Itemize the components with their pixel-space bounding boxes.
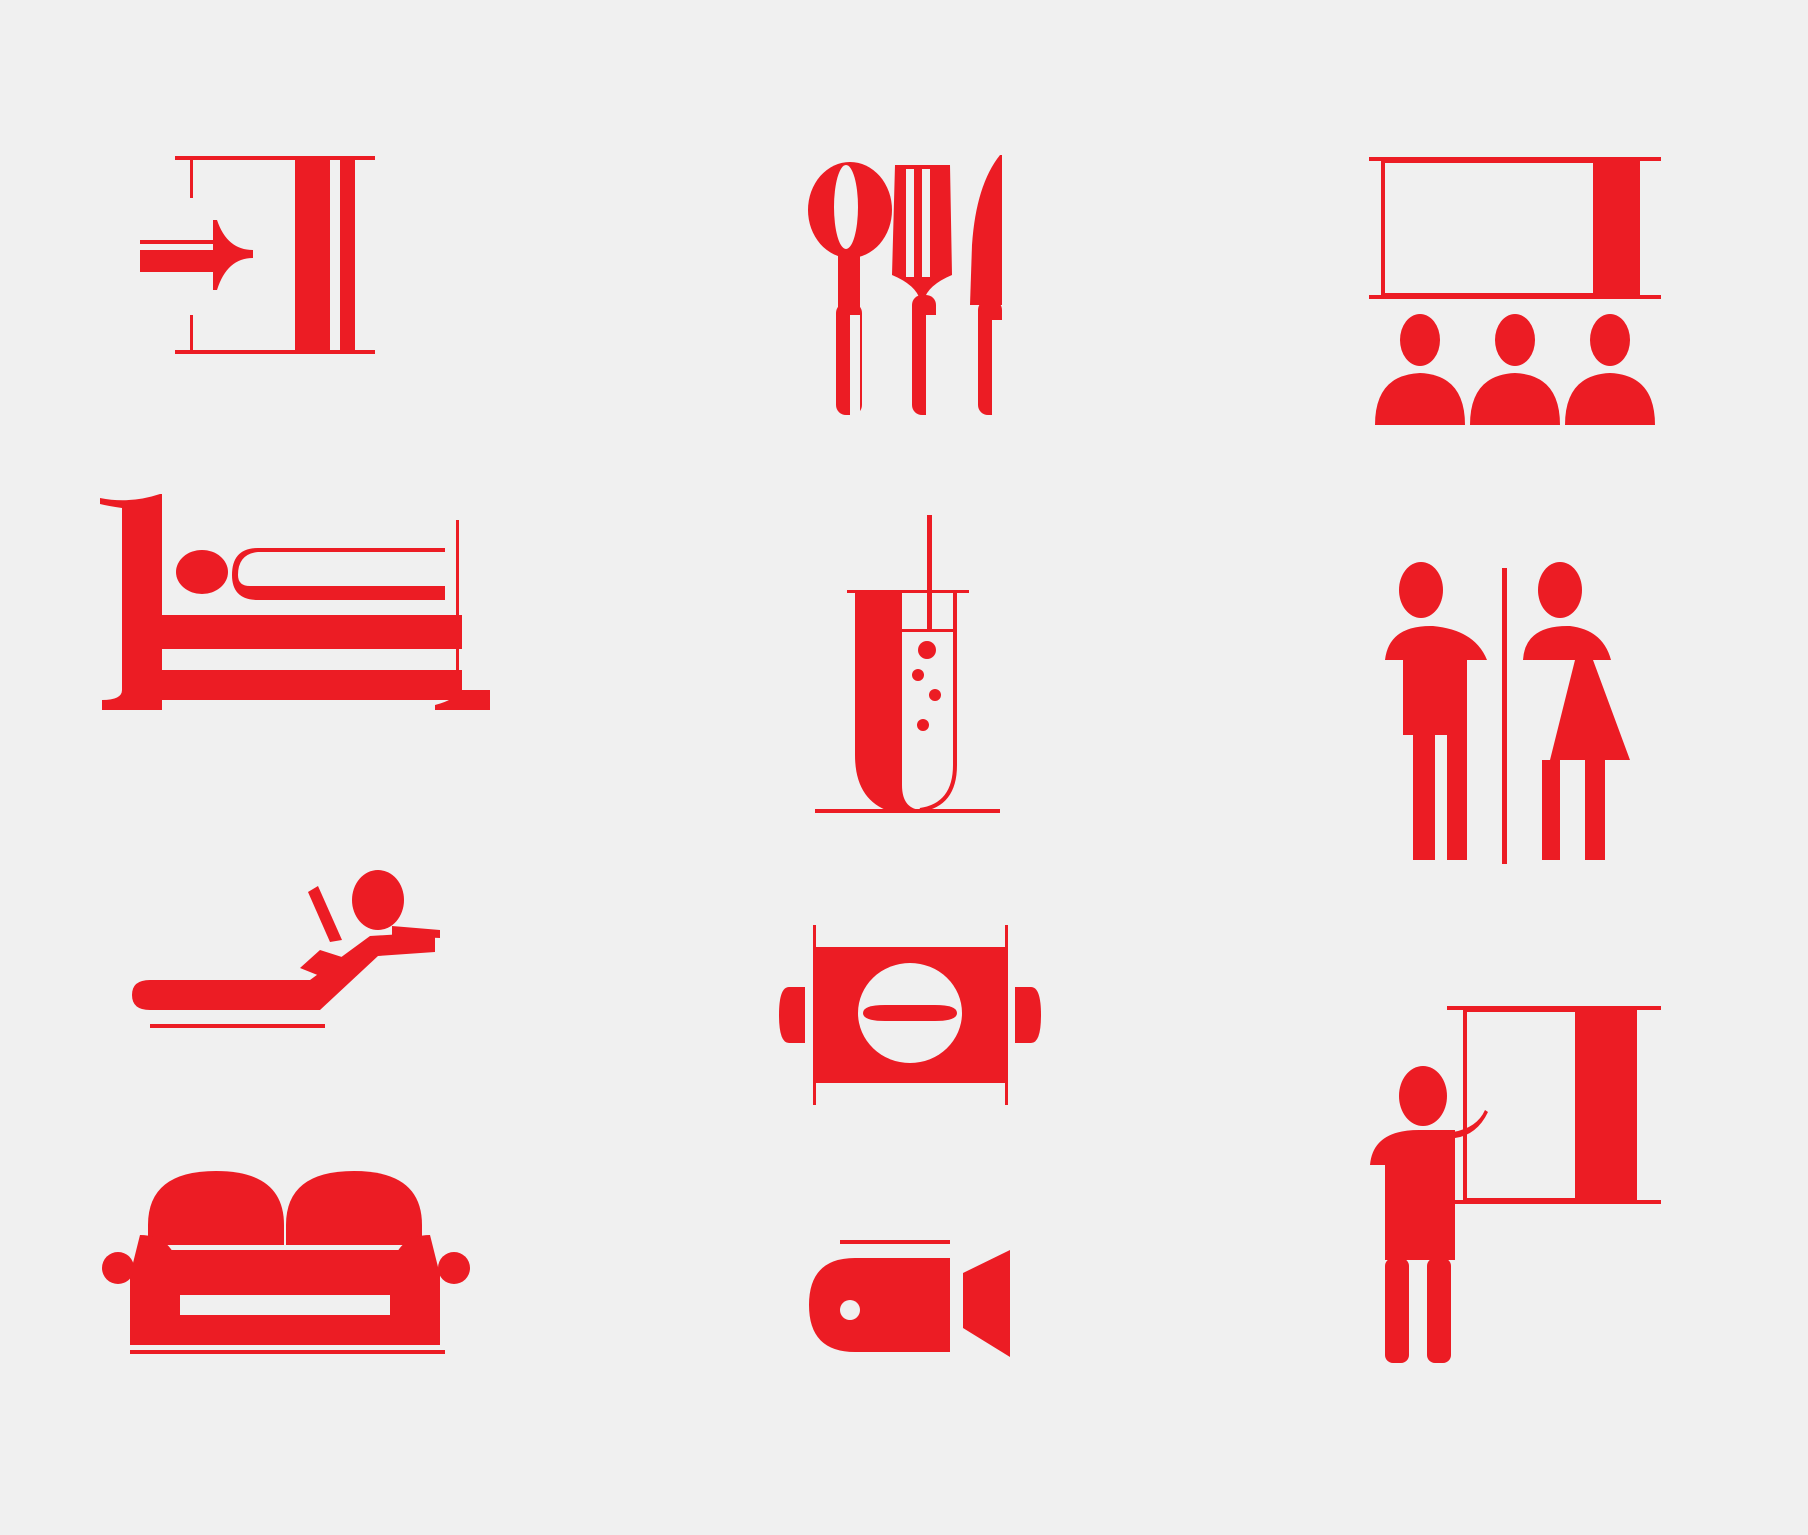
restaurant-cutlery-icon — [800, 155, 1010, 430]
sunbed-lounger-icon — [130, 870, 450, 1035]
restroom-icon — [1385, 560, 1650, 870]
sofa-icon — [100, 1165, 475, 1360]
entrance-icon — [135, 150, 385, 360]
presentation-icon — [1365, 1000, 1665, 1370]
pictogram-sheet — [0, 0, 1808, 1535]
video-camera-icon — [805, 1240, 1015, 1360]
bed-icon — [100, 490, 490, 715]
cinema-screening-icon — [1365, 155, 1665, 435]
laboratory-test-tube-icon — [815, 515, 1005, 815]
sauna-towel-icon — [775, 925, 1045, 1105]
